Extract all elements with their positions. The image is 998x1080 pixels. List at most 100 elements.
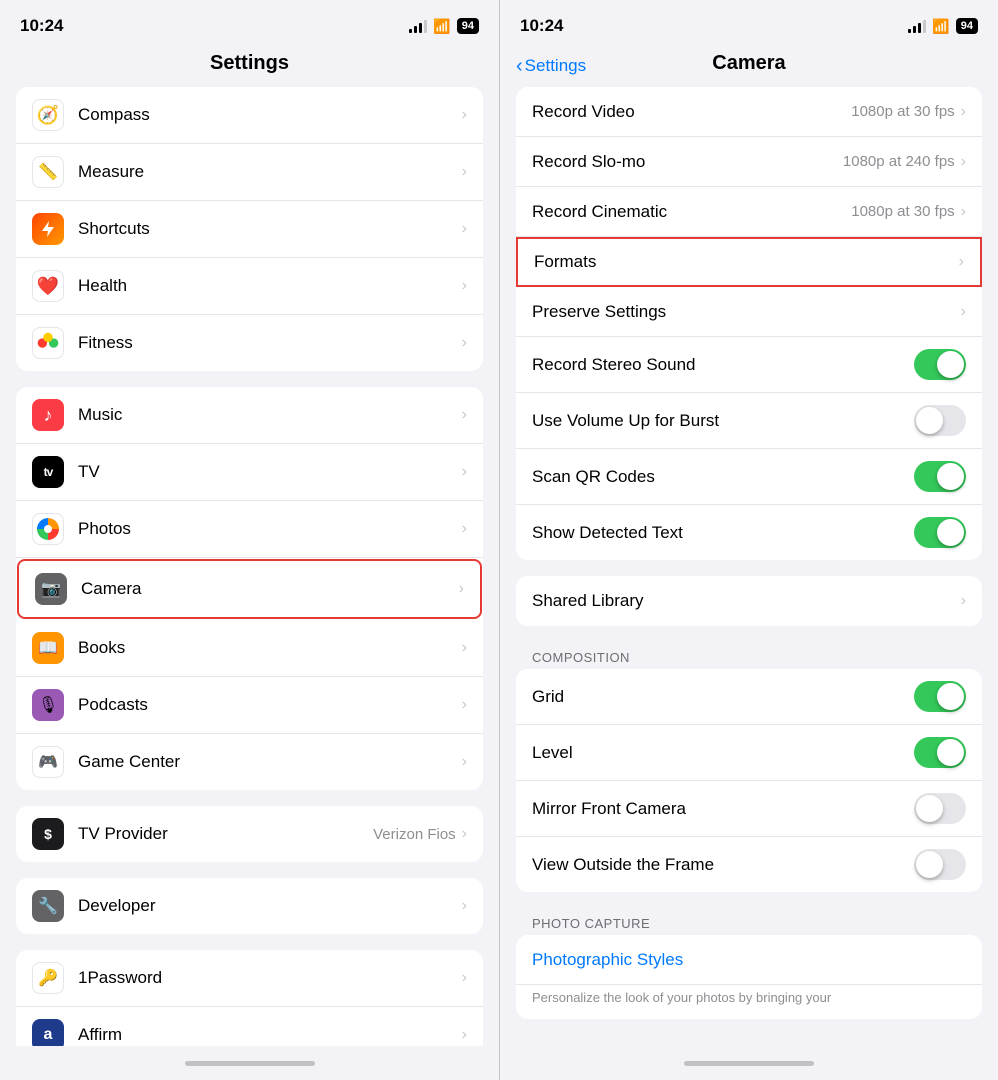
- record-stereo-label: Record Stereo Sound: [532, 355, 914, 375]
- scan-qr-label: Scan QR Codes: [532, 467, 914, 487]
- settings-row-affirm[interactable]: a Affirm ›: [16, 1007, 483, 1046]
- settings-row-gamecenter[interactable]: 🎮 Game Center ›: [16, 734, 483, 790]
- formats-chevron: ›: [959, 253, 964, 271]
- settings-row-shortcuts[interactable]: Shortcuts ›: [16, 201, 483, 258]
- toggle-thumb-2: [916, 407, 943, 434]
- grid-row[interactable]: Grid: [516, 669, 982, 725]
- back-button[interactable]: ‹ Settings: [516, 56, 586, 76]
- shared-library-chevron: ›: [961, 592, 966, 610]
- formats-row[interactable]: Formats ›: [516, 237, 982, 287]
- right-home-bar: [684, 1061, 814, 1066]
- use-volume-up-toggle[interactable]: [914, 405, 966, 436]
- right-page-title: Camera: [712, 52, 785, 74]
- music-icon: ♪: [32, 399, 64, 431]
- shared-library-row[interactable]: Shared Library ›: [516, 576, 982, 626]
- show-detected-text-row[interactable]: Show Detected Text: [516, 505, 982, 560]
- record-slomo-row[interactable]: Record Slo-mo 1080p at 240 fps ›: [516, 137, 982, 187]
- settings-row-photos[interactable]: Photos ›: [16, 501, 483, 558]
- settings-group-5: 🔑 1Password › a Affirm › ›: [16, 950, 483, 1046]
- view-outside-frame-row[interactable]: View Outside the Frame: [516, 837, 982, 892]
- preserve-settings-row[interactable]: Preserve Settings ›: [516, 287, 982, 337]
- left-nav-header: Settings: [0, 44, 499, 87]
- use-volume-up-row[interactable]: Use Volume Up for Burst: [516, 393, 982, 449]
- composition-section-label: COMPOSITION: [516, 642, 982, 669]
- left-signal-icon: [409, 19, 427, 33]
- photos-label: Photos: [78, 519, 462, 539]
- right-status-time: 10:24: [520, 16, 563, 36]
- record-cinematic-label: Record Cinematic: [532, 202, 851, 222]
- shortcuts-chevron: ›: [462, 220, 467, 238]
- settings-row-1password[interactable]: 🔑 1Password ›: [16, 950, 483, 1007]
- record-slomo-label: Record Slo-mo: [532, 152, 843, 172]
- onepassword-icon: 🔑: [32, 962, 64, 994]
- health-chevron: ›: [462, 277, 467, 295]
- right-panel: 10:24 📶 94 ‹ Settings Camera Record Vide…: [499, 0, 998, 1080]
- grid-toggle[interactable]: [914, 681, 966, 712]
- shared-library-group: Shared Library ›: [516, 576, 982, 626]
- left-status-icons: 📶 94: [409, 18, 479, 35]
- shortcuts-icon: [32, 213, 64, 245]
- measure-label: Measure: [78, 162, 462, 182]
- settings-row-compass[interactable]: 🧭 Compass ›: [16, 87, 483, 144]
- settings-row-tvprovider[interactable]: $ TV Provider Verizon Fios ›: [16, 806, 483, 862]
- gamecenter-icon: 🎮: [32, 746, 64, 778]
- composition-group: Grid Level Mirror Front Camera View Outs…: [516, 669, 982, 892]
- camera-video-group: Record Video 1080p at 30 fps › Record Sl…: [516, 87, 982, 560]
- record-video-row[interactable]: Record Video 1080p at 30 fps ›: [516, 87, 982, 137]
- show-detected-text-toggle[interactable]: [914, 517, 966, 548]
- settings-group-2: ♪ Music › tv TV › P: [16, 387, 483, 790]
- record-cinematic-chevron: ›: [961, 203, 966, 221]
- camera-label: Camera: [81, 579, 459, 599]
- view-outside-frame-toggle[interactable]: [914, 849, 966, 880]
- fitness-icon: [32, 327, 64, 359]
- scan-qr-toggle[interactable]: [914, 461, 966, 492]
- measure-icon: 📏: [32, 156, 64, 188]
- right-status-bar: 10:24 📶 94: [500, 0, 998, 44]
- right-nav-header: ‹ Settings Camera: [500, 44, 998, 87]
- settings-row-books[interactable]: 📖 Books ›: [16, 620, 483, 677]
- record-stereo-toggle[interactable]: [914, 349, 966, 380]
- settings-row-fitness[interactable]: Fitness ›: [16, 315, 483, 371]
- mirror-front-camera-row[interactable]: Mirror Front Camera: [516, 781, 982, 837]
- camera-row-icon: 📷: [35, 573, 67, 605]
- left-home-bar: [185, 1061, 315, 1066]
- developer-label: Developer: [78, 896, 462, 916]
- settings-row-tv[interactable]: tv TV ›: [16, 444, 483, 501]
- music-chevron: ›: [462, 406, 467, 424]
- record-stereo-row[interactable]: Record Stereo Sound: [516, 337, 982, 393]
- left-wifi-icon: 📶: [433, 18, 450, 35]
- fitness-chevron: ›: [462, 334, 467, 352]
- settings-row-podcasts[interactable]: 🎙 Podcasts ›: [16, 677, 483, 734]
- tv-chevron: ›: [462, 463, 467, 481]
- podcasts-icon: 🎙: [32, 689, 64, 721]
- camera-chevron: ›: [459, 580, 464, 598]
- settings-row-music[interactable]: ♪ Music ›: [16, 387, 483, 444]
- books-label: Books: [78, 638, 462, 658]
- settings-row-camera[interactable]: 📷 Camera ›: [17, 559, 482, 619]
- preserve-settings-label: Preserve Settings: [532, 302, 961, 322]
- right-signal-icon: [908, 19, 926, 33]
- level-toggle[interactable]: [914, 737, 966, 768]
- health-icon: ❤️: [32, 270, 64, 302]
- tvprovider-icon: $: [32, 818, 64, 850]
- right-home-indicator: [500, 1046, 998, 1080]
- tvprovider-label: TV Provider: [78, 824, 373, 844]
- mirror-front-camera-label: Mirror Front Camera: [532, 799, 914, 819]
- settings-row-developer[interactable]: 🔧 Developer ›: [16, 878, 483, 934]
- mirror-front-camera-toggle[interactable]: [914, 793, 966, 824]
- right-status-icons: 📶 94: [908, 18, 978, 35]
- settings-row-health[interactable]: ❤️ Health ›: [16, 258, 483, 315]
- view-outside-frame-label: View Outside the Frame: [532, 855, 914, 875]
- settings-row-measure[interactable]: 📏 Measure ›: [16, 144, 483, 201]
- developer-chevron: ›: [462, 897, 467, 915]
- left-status-bar: 10:24 📶 94: [0, 0, 499, 44]
- compass-label: Compass: [78, 105, 462, 125]
- photo-capture-section-label: PHOTO CAPTURE: [516, 908, 982, 935]
- level-row[interactable]: Level: [516, 725, 982, 781]
- photographic-styles-row[interactable]: Photographic Styles: [516, 935, 982, 985]
- scan-qr-row[interactable]: Scan QR Codes: [516, 449, 982, 505]
- photo-capture-group: Photographic Styles Personalize the look…: [516, 935, 982, 1019]
- record-cinematic-row[interactable]: Record Cinematic 1080p at 30 fps ›: [516, 187, 982, 237]
- tvprovider-value: Verizon Fios: [373, 826, 456, 843]
- settings-group-3: $ TV Provider Verizon Fios ›: [16, 806, 483, 862]
